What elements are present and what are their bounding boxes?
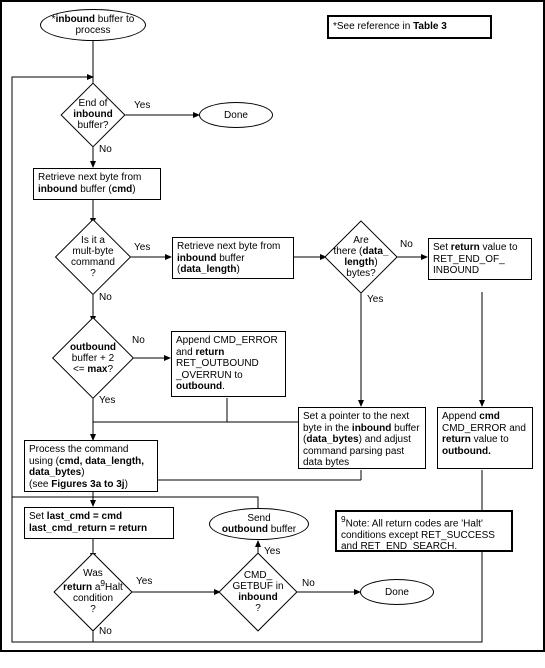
label-yes: Yes bbox=[134, 242, 150, 253]
label-yes: Yes bbox=[264, 546, 280, 557]
decision-getbuf: CMD_GETBUF ininbound? bbox=[218, 552, 297, 631]
start-terminal: *inbound buffer toprocess bbox=[40, 9, 146, 41]
process-command: Process the command using (cmd, data_len… bbox=[24, 440, 158, 492]
label-yes: Yes bbox=[367, 294, 383, 305]
process-set-return: Set return value to RET_END_OF_ INBOUND bbox=[428, 238, 532, 280]
done-terminal-2: Done bbox=[360, 579, 434, 605]
label-no: No bbox=[132, 335, 145, 346]
label-yes: Yes bbox=[134, 100, 150, 111]
process-append-error: Append CMD_ERROR and return RET_OUTBOUND… bbox=[171, 331, 286, 397]
label-no: No bbox=[400, 239, 413, 250]
decision-was-halt: Wasreturn a9Haltcondition? bbox=[53, 552, 132, 631]
decision-are-there-bytes: Arethere (data_length)bytes? bbox=[324, 220, 398, 294]
process-retrieve-cmd: Retrieve next byte from inbound buffer (… bbox=[33, 168, 161, 200]
label-yes: Yes bbox=[99, 395, 115, 406]
decision-multibyte: Is it amult-bytecommand? bbox=[55, 219, 131, 295]
send-outbound-terminal: Sendoutbound buffer bbox=[209, 508, 309, 540]
label-no: No bbox=[302, 578, 315, 589]
process-retrieve-length: Retrieve next byte from inbound buffer (… bbox=[172, 237, 294, 279]
process-set-last: Set last_cmd = cmd last_cmd_return = ret… bbox=[24, 507, 174, 539]
decision-outbound-max: outboundbuffer + 2<= max? bbox=[52, 317, 134, 399]
reference-note: *See reference in Table 3 bbox=[327, 15, 492, 39]
label-no: No bbox=[99, 626, 112, 637]
label-no: No bbox=[99, 292, 112, 303]
label-yes: Yes bbox=[136, 576, 152, 587]
label-no: No bbox=[99, 144, 112, 155]
process-set-pointer: Set a pointer to the next byte in the in… bbox=[298, 407, 426, 469]
flowchart-container: *inbound buffer toprocess *See reference… bbox=[0, 0, 545, 652]
done-terminal-1: Done bbox=[199, 102, 273, 128]
halt-note: 9Note: All return codes are 'Halt' condi… bbox=[335, 510, 513, 552]
decision-end-of-inbound: End ofinboundbuffer? bbox=[60, 82, 125, 147]
process-append-cmd-error: Append cmd CMD_ERROR and return value to… bbox=[437, 407, 533, 469]
